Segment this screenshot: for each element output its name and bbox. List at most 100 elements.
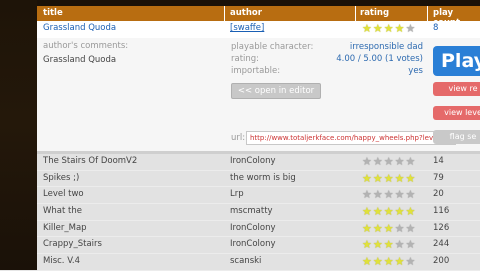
star-icon[interactable]: ★ [373, 239, 383, 250]
star-icon[interactable]: ★ [373, 173, 383, 184]
star-icon[interactable]: ★ [384, 156, 394, 167]
star-icon[interactable]: ★ [362, 223, 372, 234]
star-icon[interactable]: ★ [362, 173, 372, 184]
flag-button[interactable]: flag se [433, 130, 480, 144]
star-icon[interactable]: ★ [362, 23, 372, 34]
header-divider [427, 6, 428, 21]
level-play-count: 116 [433, 206, 450, 217]
level-author[interactable]: scanski [230, 256, 355, 266]
star-icon[interactable]: ★ [373, 23, 383, 34]
star-icon[interactable]: ★ [406, 256, 416, 267]
level-list: The Stairs Of DoomV2 IronColony ★ ★ ★ ★ ★ 14… [37, 154, 480, 271]
background-strip [0, 0, 37, 270]
star-icon[interactable]: ★ [406, 206, 416, 217]
selected-level-row[interactable]: Grassland Quoda [swaffe] ★ ★ ★ ★ ★ 8 [37, 21, 480, 39]
star-icon[interactable]: ★ [406, 173, 416, 184]
level-author[interactable]: the worm is big [230, 173, 355, 183]
level-play-count: 126 [433, 222, 450, 233]
header-rating[interactable]: rating [360, 8, 389, 18]
header-author[interactable]: author [230, 8, 262, 18]
level-title[interactable]: The Stairs Of DoomV2 [43, 156, 223, 166]
level-play-count: 244 [433, 239, 450, 250]
star-icon[interactable]: ★ [384, 239, 394, 250]
level-author[interactable]: IronColony [230, 156, 355, 166]
selected-level-author[interactable]: [swaffe] [230, 23, 355, 33]
level-author[interactable]: IronColony [230, 239, 355, 249]
level-play-count: 20 [433, 189, 444, 200]
table-row[interactable]: Killer_Map IronColony ★ ★ ★ ★ ★ 126 [37, 220, 480, 238]
star-icon[interactable]: ★ [406, 189, 416, 200]
star-icon[interactable]: ★ [406, 23, 416, 34]
star-icon[interactable]: ★ [373, 206, 383, 217]
table-row[interactable]: Spikes ;) the worm is big ★ ★ ★ ★ ★ 79 [37, 170, 480, 188]
star-icon[interactable]: ★ [406, 156, 416, 167]
level-title[interactable]: Spikes ;) [43, 173, 223, 183]
level-play-count: 200 [433, 256, 450, 267]
star-icon[interactable]: ★ [373, 156, 383, 167]
star-icon[interactable]: ★ [384, 23, 394, 34]
star-icon[interactable]: ★ [395, 189, 405, 200]
detail-value-rating: 4.00 / 5.00 (1 votes) [336, 54, 423, 64]
detail-label-character: playable character: [231, 42, 314, 52]
table-row[interactable]: Level two Lrp ★ ★ ★ ★ ★ 20 [37, 187, 480, 205]
star-icon[interactable]: ★ [406, 239, 416, 250]
star-icon[interactable]: ★ [384, 256, 394, 267]
star-icon[interactable]: ★ [384, 173, 394, 184]
level-author[interactable]: mscmatty [230, 206, 355, 216]
selected-level-play-count: 8 [433, 23, 439, 33]
selected-level-title[interactable]: Grassland Quoda [43, 23, 223, 33]
star-icon[interactable]: ★ [373, 189, 383, 200]
detail-value-character: irresponsible dad [349, 42, 423, 52]
level-play-count: 14 [433, 156, 444, 166]
star-icon[interactable]: ★ [384, 206, 394, 217]
star-icon[interactable]: ★ [395, 173, 405, 184]
star-icon[interactable]: ★ [395, 256, 405, 267]
star-icon[interactable]: ★ [406, 223, 416, 234]
star-icon[interactable]: ★ [395, 223, 405, 234]
star-icon[interactable]: ★ [395, 239, 405, 250]
header-title[interactable]: title [43, 8, 63, 18]
star-icon[interactable]: ★ [362, 156, 372, 167]
level-title[interactable]: Crappy_Stairs [43, 239, 223, 249]
rating-stars: ★ ★ ★ ★ ★ [362, 189, 415, 200]
star-icon[interactable]: ★ [384, 189, 394, 200]
star-icon[interactable]: ★ [395, 23, 405, 34]
rating-stars: ★ ★ ★ ★ ★ [362, 173, 415, 184]
comments-label: author's comments: [43, 41, 129, 51]
rating-stars: ★ ★ ★ ★ ★ [362, 156, 415, 167]
view-replays-button[interactable]: view re [433, 82, 480, 96]
star-icon[interactable]: ★ [384, 223, 394, 234]
level-play-count: 79 [433, 172, 444, 183]
table-row[interactable]: What the mscmatty ★ ★ ★ ★ ★ 116 [37, 204, 480, 221]
detail-value-importable: yes [408, 66, 423, 76]
rating-stars: ★ ★ ★ ★ ★ [362, 206, 415, 217]
detail-label-importable: importable: [231, 66, 281, 76]
rating-stars: ★ ★ ★ ★ ★ [362, 223, 415, 234]
table-row[interactable]: Misc. V.4 scanski ★ ★ ★ ★ ★ 200 [37, 254, 480, 271]
star-icon[interactable]: ★ [373, 256, 383, 267]
star-icon[interactable]: ★ [395, 206, 405, 217]
level-title[interactable]: Misc. V.4 [43, 256, 223, 266]
level-author[interactable]: Lrp [230, 189, 355, 199]
star-icon[interactable]: ★ [373, 223, 383, 234]
open-in-editor-button[interactable]: << open in editor [231, 83, 321, 99]
header-divider [355, 6, 356, 21]
level-author[interactable]: IronColony [230, 223, 355, 233]
level-title[interactable]: Killer_Map [43, 223, 223, 233]
star-icon[interactable]: ★ [362, 206, 372, 217]
level-detail-panel: author's comments: Grassland Quoda playa… [37, 38, 480, 151]
level-url-field[interactable]: http://www.totaljerkface.com/happy_wheel… [246, 131, 456, 145]
star-icon[interactable]: ★ [362, 256, 372, 267]
table-row[interactable]: Crappy_Stairs IronColony ★ ★ ★ ★ ★ 244 [37, 237, 480, 255]
table-row[interactable]: The Stairs Of DoomV2 IronColony ★ ★ ★ ★ ★ 14 [37, 154, 480, 171]
star-icon[interactable]: ★ [362, 189, 372, 200]
play-button[interactable]: Play [433, 46, 480, 76]
author-comment: Grassland Quoda [43, 55, 117, 65]
star-icon[interactable]: ★ [395, 156, 405, 167]
star-icon[interactable]: ★ [362, 239, 372, 250]
detail-label-rating: rating: [231, 54, 260, 64]
rating-stars: ★ ★ ★ ★ ★ [362, 256, 415, 267]
view-levels-button[interactable]: view leve [433, 106, 480, 120]
level-title[interactable]: Level two [43, 189, 223, 199]
level-title[interactable]: What the [43, 206, 223, 216]
